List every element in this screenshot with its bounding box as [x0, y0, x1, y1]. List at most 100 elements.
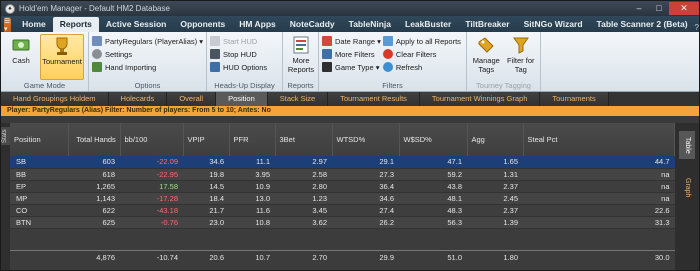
tournament-label: Tournament — [42, 57, 82, 66]
cell-3bet: 3.45 — [275, 204, 332, 217]
help-icon[interactable]: ? — [695, 23, 699, 32]
clear-filters-button[interactable]: Clear Filters — [382, 48, 461, 60]
table-row[interactable]: SB 603 -22.09 34.6 11.1 2.97 29.1 47.1 1… — [10, 156, 675, 169]
cell-wtsd: 34.6 — [332, 192, 399, 205]
settings-button[interactable]: Settings — [92, 48, 203, 60]
column-header-bb100[interactable]: bb/100 — [120, 123, 184, 156]
ribbon-tab-active-session[interactable]: Active Session — [99, 17, 173, 32]
cell-wsd: 59.2 — [399, 168, 467, 181]
column-header-agg[interactable]: Agg — [467, 123, 524, 156]
hud-options-button[interactable]: HUD Options — [210, 61, 267, 73]
ribbon-tab-table-scanner[interactable]: Table Scanner 2 (Beta) — [590, 17, 695, 32]
total-bb100: -10.74 — [120, 249, 183, 264]
trophy-icon — [52, 36, 72, 56]
cell-pfr: 11.1 — [229, 156, 275, 169]
game-type-button[interactable]: Game Type ▾ — [322, 61, 381, 73]
report-icon — [291, 35, 311, 55]
filter-for-tag-button[interactable]: Filter for Tag — [505, 34, 538, 80]
group-options: PartyRegulars (PlayerAlias) ▾ Settings H… — [89, 32, 207, 91]
report-area: Stats Position Total Hands bb/100 VPIP P… — [1, 123, 699, 270]
cell-wsd: 48.1 — [399, 192, 467, 205]
ribbon-tab-tableninja[interactable]: TableNinja — [342, 17, 398, 32]
ribbon-tab-leakbuster[interactable]: LeakBuster — [398, 17, 458, 32]
more-filters-button[interactable]: More Filters — [322, 48, 381, 60]
player-selector[interactable]: PartyRegulars (PlayerAlias) ▾ — [92, 35, 203, 47]
tab-tournament-winnings-graph[interactable]: Tournament Winnings Graph — [419, 92, 541, 106]
filter-for-tag-label: Filter for Tag — [506, 56, 535, 74]
group-reports: More Reports Reports — [283, 32, 319, 91]
cell-3bet: 2.58 — [275, 168, 332, 181]
total-pfr: 10.7 — [229, 249, 275, 264]
cell-steal-pct: na — [523, 168, 675, 181]
group-label-filters: Filters — [382, 81, 403, 90]
cell-bb100: -0.76 — [120, 216, 183, 229]
cell-position: CO — [10, 204, 68, 217]
table-row[interactable]: CO 622 -43.18 21.7 11.6 3.45 27.4 48.3 2… — [10, 204, 675, 217]
column-header-vpip[interactable]: VPIP — [183, 123, 230, 156]
close-button[interactable]: ✕ — [669, 2, 699, 15]
ribbon-tab-notecaddy[interactable]: NoteCaddy — [283, 17, 342, 32]
tab-position[interactable]: Position — [216, 92, 268, 106]
refresh-icon — [382, 62, 393, 72]
tournament-button[interactable]: Tournament — [40, 34, 84, 80]
manage-tags-button[interactable]: Manage Tags — [470, 34, 503, 80]
refresh-label: Refresh — [395, 62, 423, 72]
cell-agg: 1.65 — [467, 156, 523, 169]
start-hud-label: Start HUD — [223, 36, 258, 46]
table-row[interactable]: EP 1,265 17.58 14.5 10.9 2.80 36.4 43.8 … — [10, 180, 675, 193]
table-row[interactable]: MP 1,143 -17.28 18.4 13.0 1.23 34.6 48.1… — [10, 192, 675, 205]
tab-stack-size[interactable]: Stack Size — [267, 92, 329, 106]
stats-side-tab[interactable]: Stats — [1, 123, 10, 270]
cell-total-hands: 1,143 — [68, 192, 120, 205]
date-range-button[interactable]: Date Range ▾ — [322, 35, 381, 47]
start-hud-button[interactable]: Start HUD — [210, 35, 267, 47]
cell-wsd: 47.1 — [399, 156, 467, 169]
side-tab-graph[interactable]: Graph — [679, 175, 695, 201]
table-row[interactable]: BB 618 -22.95 19.8 3.95 2.58 27.3 59.2 1… — [10, 168, 675, 181]
group-label-options: Options — [134, 81, 161, 90]
ribbon-tab-sitngo-wizard[interactable]: SitNGo Wizard — [517, 17, 590, 32]
cell-total-hands: 625 — [68, 216, 120, 229]
app-menu-button[interactable]: ☰ ▾ — [4, 18, 12, 33]
cell-wsd: 56.3 — [399, 216, 467, 229]
tab-holecards[interactable]: Holecards — [108, 92, 168, 106]
refresh-button[interactable]: Refresh — [382, 61, 461, 73]
cell-bb100: -17.28 — [120, 192, 183, 205]
tab-tournaments[interactable]: Tournaments — [540, 92, 609, 106]
ribbon-tab-home[interactable]: Home — [15, 17, 53, 32]
cell-position: BB — [10, 168, 68, 181]
more-reports-button[interactable]: More Reports — [286, 34, 316, 80]
cash-label: Cash — [12, 56, 30, 65]
stop-hud-button[interactable]: Stop HUD — [210, 48, 267, 60]
table-row[interactable]: BTN 625 -0.76 23.0 10.8 3.62 26.2 56.3 1… — [10, 216, 675, 229]
cell-pfr: 11.6 — [229, 204, 275, 217]
tab-tournament-results[interactable]: Tournament Results — [328, 92, 420, 106]
column-header-total-hands[interactable]: Total Hands — [68, 123, 121, 156]
tab-hand-groupings[interactable]: Hand Groupings Holdem — [1, 92, 109, 106]
game-type-label: Game Type — [335, 62, 374, 72]
group-filters: Date Range ▾ More Filters Game Type ▾ Ap… — [319, 32, 467, 91]
apply-all-reports-button[interactable]: Apply to all Reports — [382, 35, 461, 47]
column-header-wtsd[interactable]: WTSD% — [332, 123, 400, 156]
maximize-button[interactable]: □ — [649, 2, 669, 15]
column-header-pfr[interactable]: PFR — [229, 123, 276, 156]
ribbon-tab-reports[interactable]: Reports — [52, 17, 99, 32]
cell-bb100: -43.18 — [120, 204, 183, 217]
column-header-3bet[interactable]: 3Bet — [275, 123, 333, 156]
hand-importing-button[interactable]: Hand Importing — [92, 61, 203, 73]
column-header-wsd[interactable]: W$SD% — [399, 123, 468, 156]
cell-position: MP — [10, 192, 68, 205]
cell-total-hands: 618 — [68, 168, 120, 181]
group-label-reports: Reports — [287, 81, 314, 90]
column-header-steal-pct[interactable]: Steal Pct — [523, 123, 675, 156]
total-steal-pct: 30.0 — [523, 249, 675, 264]
ribbon-tab-opponents[interactable]: Opponents — [173, 17, 232, 32]
tab-overall[interactable]: Overall — [167, 92, 217, 106]
column-header-position[interactable]: Position — [10, 123, 69, 156]
ribbon-tab-tiltbreaker[interactable]: TiltBreaker — [458, 17, 516, 32]
minimize-button[interactable]: – — [629, 2, 649, 15]
cash-button[interactable]: Cash — [4, 34, 38, 80]
group-game-mode: Cash Tournament Game Mode — [1, 32, 89, 91]
ribbon-tab-hm-apps[interactable]: HM Apps — [232, 17, 283, 32]
side-tab-table[interactable]: Table — [679, 131, 695, 159]
